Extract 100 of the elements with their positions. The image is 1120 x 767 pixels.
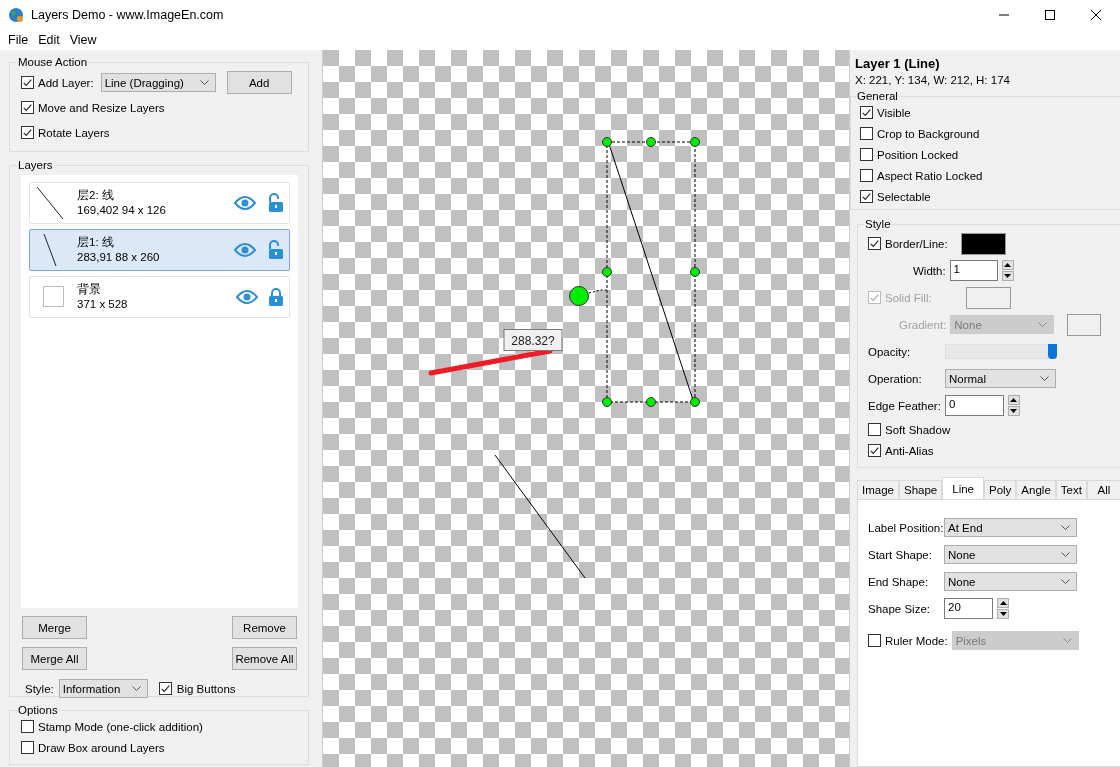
checkbox[interactable] — [868, 423, 881, 436]
edge-feather-field[interactable]: 0 — [944, 395, 1004, 416]
layer-type-dropdown[interactable]: Line (Dragging) — [100, 73, 216, 92]
layer-item[interactable]: 层1: 线 283,91 88 x 260 — [29, 229, 290, 271]
checkbox[interactable] — [21, 126, 34, 139]
width-label: Width: — [913, 264, 946, 277]
checkbox-label: Selectable — [877, 190, 931, 203]
layer-name: 层2: 线 — [77, 188, 115, 203]
resize-handle[interactable] — [602, 137, 612, 147]
window-title: Layers Demo - www.ImageEn.com — [31, 8, 224, 22]
operation-label: Operation: — [868, 372, 923, 385]
layer-info: 283,91 88 x 260 — [77, 250, 161, 265]
checkbox[interactable] — [860, 148, 873, 161]
checkbox[interactable] — [21, 76, 34, 89]
chevron-down-icon — [1061, 578, 1070, 585]
checkbox-label: Draw Box around Layers — [38, 741, 165, 754]
tab[interactable]: Shape — [898, 480, 943, 499]
chevron-down-icon — [1040, 375, 1049, 382]
resize-handle[interactable] — [646, 397, 656, 407]
opacity-label: Opacity: — [868, 345, 912, 358]
group-title: Style — [864, 218, 892, 230]
opacity-slider-thumb[interactable] — [1048, 344, 1057, 359]
style-dropdown[interactable]: Information — [58, 679, 148, 698]
layer-action-button[interactable]: Remove All — [232, 647, 297, 670]
eye-icon[interactable] — [234, 243, 256, 257]
tab[interactable]: Image — [857, 480, 899, 499]
checkbox[interactable] — [21, 101, 34, 114]
checkbox-label: Rotate Layers — [38, 126, 110, 139]
resize-handle[interactable] — [690, 397, 700, 407]
resize-handle[interactable] — [690, 267, 700, 277]
chevron-down-icon — [1038, 321, 1048, 328]
lock-icon[interactable] — [268, 287, 284, 307]
group-title: Options — [17, 704, 59, 716]
add-button[interactable]: Add — [226, 71, 292, 94]
eye-icon[interactable] — [236, 290, 258, 304]
layer-action-button[interactable]: Remove — [232, 616, 297, 639]
group-title: General — [856, 90, 899, 102]
checkbox-label: Add Layer: — [38, 76, 94, 89]
checkbox-label: Crop to Background — [877, 127, 980, 140]
resize-handle[interactable] — [690, 137, 700, 147]
checkbox-label: Ruler Mode: — [885, 634, 948, 647]
chevron-down-icon — [1061, 551, 1070, 558]
checkbox[interactable] — [868, 237, 881, 250]
layer-action-button[interactable]: Merge All — [22, 647, 87, 670]
checkbox[interactable] — [158, 682, 172, 695]
option-dropdown[interactable]: At End — [944, 518, 1077, 537]
checkbox[interactable] — [21, 720, 34, 733]
checkbox[interactable] — [868, 444, 881, 457]
spin-up-button[interactable] — [997, 598, 1009, 608]
up-arrow-icon — [999, 601, 1007, 605]
line-color-swatch[interactable] — [960, 232, 1006, 255]
tab[interactable]: Line — [942, 477, 984, 499]
group-title: Mouse Action — [17, 56, 89, 68]
spin-down-button[interactable] — [997, 609, 1009, 619]
rotation-handle[interactable] — [569, 286, 589, 306]
group-title: Layers — [17, 159, 54, 171]
layer-action-button[interactable]: Merge — [22, 616, 87, 639]
down-arrow-icon — [1004, 274, 1012, 278]
tab[interactable]: Angle — [1016, 480, 1056, 499]
width-field[interactable]: 1 — [949, 260, 998, 281]
eye-icon[interactable] — [234, 196, 256, 210]
spin-down-button[interactable] — [1007, 406, 1020, 416]
chevron-down-icon — [199, 79, 209, 86]
checkbox-label: Soft Shadow — [885, 423, 951, 436]
chevron-down-icon — [131, 685, 141, 692]
resize-handle[interactable] — [602, 397, 612, 407]
menu-item[interactable]: File — [3, 33, 34, 47]
tab[interactable]: Poly — [984, 480, 1017, 499]
up-arrow-icon — [1010, 398, 1018, 402]
menu-item[interactable]: View — [64, 33, 102, 47]
checkbox[interactable] — [860, 169, 873, 182]
checkbox[interactable] — [860, 127, 873, 140]
checkbox[interactable] — [860, 190, 873, 203]
menu-item[interactable]: Edit — [33, 33, 65, 47]
layer-item[interactable]: 背景 371 x 528 — [29, 276, 290, 318]
tab[interactable]: All — [1086, 480, 1120, 499]
field-label: Start Shape: — [868, 548, 933, 561]
layer-item[interactable]: 层2: 线 169,402 94 x 126 — [29, 182, 290, 224]
tab[interactable]: Text — [1055, 480, 1087, 499]
option-dropdown[interactable]: None — [944, 572, 1077, 591]
spin-up-button[interactable] — [1007, 395, 1020, 405]
layer-info: X: 221, Y: 134, W: 212, H: 174 — [855, 74, 1011, 88]
checkbox[interactable] — [860, 106, 873, 119]
chevron-down-icon — [1062, 637, 1072, 644]
checkbox[interactable] — [21, 741, 34, 754]
spin-down-button[interactable] — [1001, 271, 1014, 281]
checkbox-label: Move and Resize Layers — [38, 101, 165, 114]
shape-size-field[interactable]: 20 — [944, 598, 993, 619]
up-arrow-icon — [1004, 263, 1012, 267]
close-icon[interactable] — [1090, 9, 1102, 21]
gradient-color-swatch[interactable] — [1067, 313, 1102, 336]
field-label: End Shape: — [868, 575, 930, 588]
operation-dropdown[interactable]: Normal — [945, 369, 1056, 388]
unlocked-lock-icon[interactable] — [266, 193, 284, 213]
resize-handle[interactable] — [646, 137, 656, 147]
maximize-icon[interactable] — [1044, 9, 1056, 21]
resize-handle[interactable] — [602, 267, 612, 277]
unlocked-lock-icon[interactable] — [266, 240, 284, 260]
spin-up-button[interactable] — [1001, 260, 1014, 270]
option-dropdown[interactable]: None — [944, 545, 1077, 564]
